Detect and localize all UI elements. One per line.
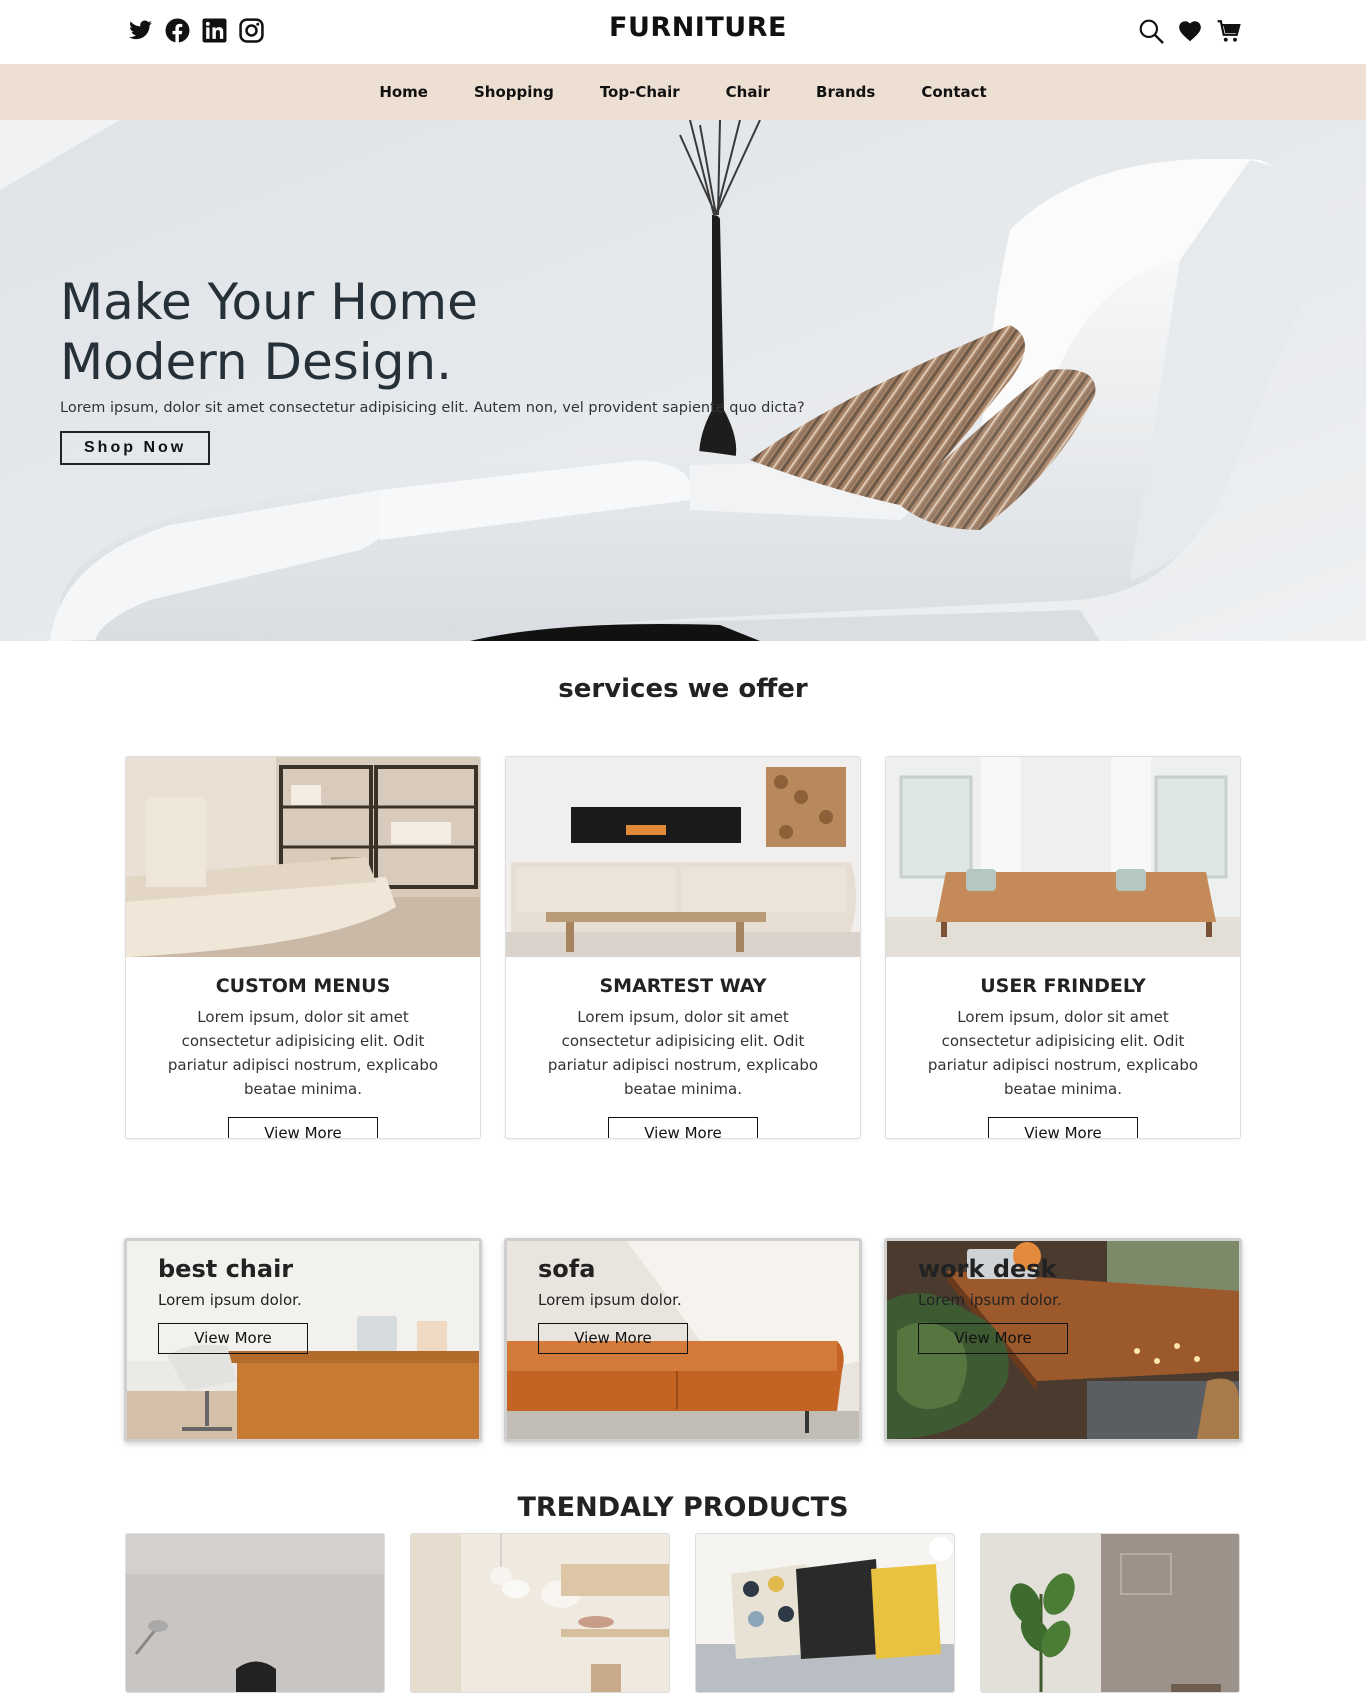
search-icon[interactable] xyxy=(1138,18,1164,44)
hero-description: Lorem ipsum, dolor sit amet consectetur … xyxy=(60,400,805,416)
nav-item-home[interactable]: Home xyxy=(356,83,451,101)
trending-title: TRENDALY PRODUCTS xyxy=(517,1492,849,1523)
view-more-button[interactable]: View More xyxy=(988,1117,1138,1138)
heart-icon[interactable] xyxy=(1177,18,1203,44)
header-tools xyxy=(1138,18,1242,44)
category-card-best-chair[interactable]: best chair Lorem ipsum dolor. View More xyxy=(124,1238,482,1442)
category-subtitle: Lorem ipsum dolor. xyxy=(158,1291,302,1309)
category-card-work-desk[interactable]: work desk Lorem ipsum dolor. View More xyxy=(884,1238,1242,1442)
category-title: best chair xyxy=(158,1255,294,1283)
product-card[interactable] xyxy=(125,1533,385,1693)
category-content: work desk Lorem ipsum dolor. View More xyxy=(918,1255,1068,1354)
service-card: SMARTEST WAY Lorem ipsum, dolor sit amet… xyxy=(505,756,861,1139)
service-title: CUSTOM MENUS xyxy=(215,975,391,997)
nav-item-shopping[interactable]: Shopping xyxy=(451,83,577,101)
product-card[interactable] xyxy=(410,1533,670,1693)
hero-title: Make Your Home Modern Design. xyxy=(60,273,478,391)
product-image-cushions xyxy=(696,1534,954,1692)
services-title: services we offer xyxy=(558,674,808,704)
category-content: best chair Lorem ipsum dolor. View More xyxy=(158,1255,308,1354)
view-more-button[interactable]: View More xyxy=(158,1323,308,1354)
nav-item-brands[interactable]: Brands xyxy=(793,83,898,101)
service-image-fireplace-sofa xyxy=(506,757,860,957)
product-image-plant xyxy=(981,1534,1239,1692)
service-title: SMARTEST WAY xyxy=(599,975,767,997)
hero-content: Make Your Home Modern Design. Lorem ipsu… xyxy=(60,272,820,465)
service-image-bright-room xyxy=(886,757,1240,957)
top-bar: FURNITURE xyxy=(0,0,1366,64)
category-title: work desk xyxy=(918,1255,1057,1283)
cart-icon[interactable] xyxy=(1216,18,1242,44)
nav-item-chair[interactable]: Chair xyxy=(703,83,793,101)
view-more-button[interactable]: View More xyxy=(228,1117,378,1138)
service-card: USER FRINDELY Lorem ipsum, dolor sit ame… xyxy=(885,756,1241,1139)
shop-now-button[interactable]: Shop Now xyxy=(60,431,211,465)
service-description: Lorem ipsum, dolor sit amet consectetur … xyxy=(167,1008,439,1098)
category-content: sofa Lorem ipsum dolor. View More xyxy=(538,1255,688,1354)
main-nav: Home Shopping Top-Chair Chair Brands Con… xyxy=(0,64,1366,120)
service-title: USER FRINDELY xyxy=(980,975,1146,997)
hero-banner: Make Your Home Modern Design. Lorem ipsu… xyxy=(0,120,1366,641)
nav-item-contact[interactable]: Contact xyxy=(898,83,1009,101)
product-image-pendant-lamps xyxy=(411,1534,669,1692)
category-card-sofa[interactable]: sofa Lorem ipsum dolor. View More xyxy=(504,1238,862,1442)
service-image-living-room xyxy=(126,757,480,957)
category-subtitle: Lorem ipsum dolor. xyxy=(918,1291,1062,1309)
service-description: Lorem ipsum, dolor sit amet consectetur … xyxy=(547,1008,819,1098)
view-more-button[interactable]: View More xyxy=(608,1117,758,1138)
view-more-button[interactable]: View More xyxy=(538,1323,688,1354)
service-card: CUSTOM MENUS Lorem ipsum, dolor sit amet… xyxy=(125,756,481,1139)
view-more-button[interactable]: View More xyxy=(918,1323,1068,1354)
service-description: Lorem ipsum, dolor sit amet consectetur … xyxy=(927,1008,1199,1098)
category-title: sofa xyxy=(538,1255,596,1283)
product-image-lamp-chair xyxy=(126,1534,384,1692)
nav-item-top-chair[interactable]: Top-Chair xyxy=(577,83,703,101)
category-subtitle: Lorem ipsum dolor. xyxy=(538,1291,682,1309)
product-card[interactable] xyxy=(695,1533,955,1693)
product-card[interactable] xyxy=(980,1533,1240,1693)
